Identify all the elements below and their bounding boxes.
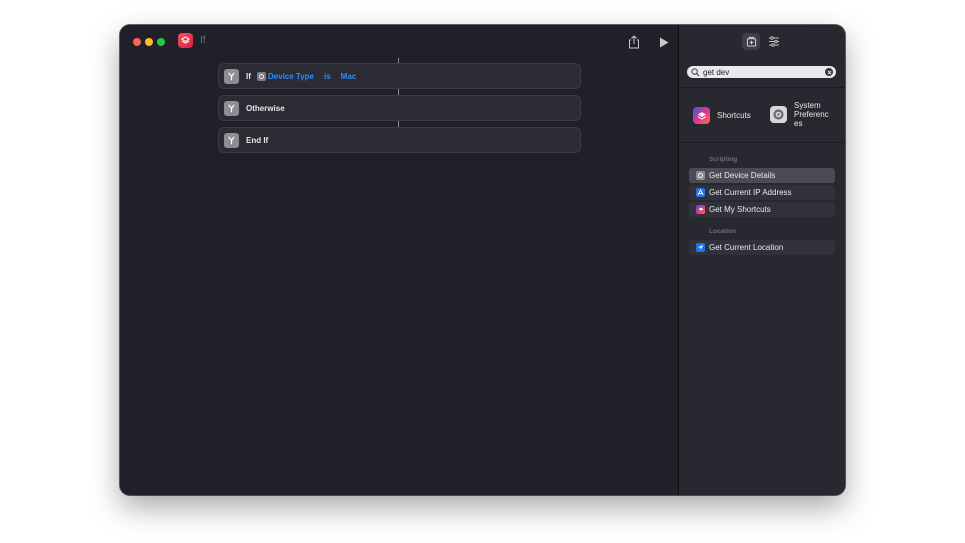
result-item-get-current-ip-address[interactable]: Get Current IP Address [689, 185, 835, 200]
sliders-icon [769, 36, 779, 47]
otherwise-action-block[interactable]: Otherwise [218, 95, 581, 121]
shortcuts-icon [693, 107, 710, 124]
app-tile-label: System Preferenc es [794, 101, 829, 128]
window-title: If [200, 35, 206, 46]
divider [679, 142, 845, 143]
device-type-parameter[interactable]: Device Type [256, 71, 314, 81]
if-action-block[interactable]: If Device Type is Mac [218, 63, 581, 89]
device-type-label: Device Type [267, 71, 314, 81]
gear-icon [256, 71, 266, 81]
section-header-location: Location [709, 228, 737, 235]
flow-connector [398, 88, 399, 95]
result-item-label: Get Device Details [709, 171, 776, 180]
result-item-get-current-location[interactable]: Get Current Location [689, 240, 835, 255]
section-header-scripting: Scripting [709, 156, 738, 163]
result-item-label: Get Current Location [709, 243, 784, 252]
search-input[interactable]: get dev [703, 68, 825, 77]
app-tile-shortcuts[interactable]: Shortcuts [693, 107, 751, 124]
minimize-window-button[interactable] [145, 38, 153, 46]
end-if-action-block[interactable]: End If [218, 127, 581, 153]
action-library-button[interactable] [742, 33, 760, 50]
search-field[interactable]: get dev [687, 66, 836, 78]
branch-icon [224, 132, 239, 148]
share-button[interactable] [626, 34, 642, 50]
branch-icon [224, 100, 239, 116]
share-icon [629, 35, 639, 49]
action-library-sidebar: get dev Shortcuts System Preferenc es Sc… [678, 25, 845, 495]
gear-icon [696, 171, 705, 180]
condition-value[interactable]: Mac [341, 72, 357, 81]
app-tile-label: Shortcuts [717, 111, 751, 120]
editor-area: If If Device Type is Mac Otherwise End I… [120, 25, 678, 495]
library-icon [746, 36, 756, 47]
condition-operator[interactable]: is [324, 72, 331, 81]
result-item-get-device-details[interactable]: Get Device Details [689, 168, 835, 183]
flow-connector [398, 120, 399, 127]
result-item-get-my-shortcuts[interactable]: Get My Shortcuts [689, 202, 835, 217]
play-icon [660, 37, 669, 47]
zoom-window-button[interactable] [157, 38, 165, 46]
close-window-button[interactable] [133, 38, 141, 46]
location-arrow-icon [696, 243, 705, 252]
shortcuts-window: If If Device Type is Mac Otherwise End I… [120, 25, 845, 495]
details-button[interactable] [765, 33, 783, 50]
system-preferences-icon [770, 106, 787, 123]
result-item-label: Get My Shortcuts [709, 205, 771, 214]
action-label: End If [246, 135, 269, 145]
title-bar: If [120, 25, 678, 58]
result-item-label: Get Current IP Address [709, 188, 792, 197]
clear-search-icon[interactable] [825, 68, 833, 76]
run-button[interactable] [656, 34, 672, 50]
shortcut-glyph-icon[interactable] [178, 33, 193, 48]
branch-icon [224, 68, 239, 84]
action-label: If [246, 71, 251, 81]
shortcuts-icon [696, 205, 705, 214]
network-icon [696, 188, 705, 197]
divider [679, 87, 845, 88]
app-tile-system-preferences[interactable]: System Preferenc es [770, 101, 834, 128]
action-label: Otherwise [246, 103, 285, 113]
search-icon [691, 67, 700, 76]
